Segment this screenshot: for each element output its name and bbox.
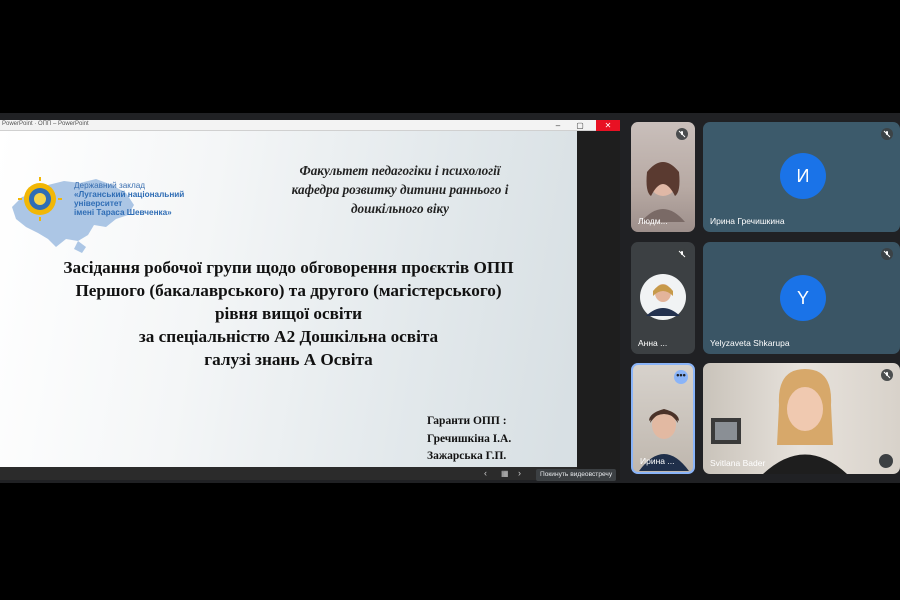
window-title: PowerPoint · ОПП – PowerPoint — [2, 121, 89, 127]
logo-line: імені Тараса Шевченка» — [74, 208, 172, 217]
faculty-line: кафедра розвитку дитини раннього і — [291, 182, 509, 197]
pin-icon[interactable] — [879, 454, 893, 468]
faculty-line: Факультет педагогіки і психології — [299, 163, 501, 178]
wall-picture — [711, 418, 741, 444]
slide-title: Засідання робочої групи щодо обговорення… — [0, 256, 577, 371]
participant-video — [641, 162, 685, 222]
guarantors-label: Гаранти ОПП : — [427, 415, 507, 427]
title-line: за спеціальністю А2 Дошкільна освіта — [138, 327, 439, 346]
faculty-line: дошкільного віку — [350, 201, 450, 216]
chevron-right-icon[interactable]: › — [518, 468, 521, 479]
participant-tile[interactable]: Анна ... — [631, 242, 695, 354]
title-line: галузі знань А Освіта — [204, 350, 373, 369]
minimize-button[interactable]: – — [550, 120, 566, 131]
participant-name: Людм... — [638, 216, 668, 226]
participant-tile[interactable]: Людм... — [631, 122, 695, 232]
participant-tile[interactable]: Y Yelyzaveta Shkarupa — [703, 242, 900, 354]
participant-avatar: И — [780, 153, 826, 199]
logo-line: університет — [74, 199, 123, 208]
maximize-button[interactable]: ▢ — [572, 120, 588, 131]
participant-name: Ирина ... — [640, 456, 675, 466]
mic-off-icon — [676, 248, 688, 260]
participant-avatar: Y — [780, 275, 826, 321]
participant-name: Анна ... — [638, 338, 668, 348]
participant-tile[interactable]: Svitlana Bader — [703, 363, 900, 474]
slide-status-bar — [0, 467, 577, 480]
title-line: рівня вищої освіти — [214, 304, 363, 323]
university-logo-text: Державний заклад «Луганський національни… — [74, 181, 184, 217]
participant-video — [763, 369, 847, 474]
guarantors-block: Гаранти ОПП : Гречишкіна І.А. Зажарська … — [427, 413, 511, 466]
more-options-button[interactable]: ••• — [674, 370, 688, 384]
participant-tile[interactable]: ••• Ирина ... — [631, 363, 695, 474]
mic-off-icon — [881, 369, 893, 381]
title-line: Першого (бакалаврського) та другого (маг… — [75, 281, 502, 300]
logo-line: «Луганський національний — [74, 190, 185, 199]
slide-grid-icon[interactable]: ▦ — [501, 468, 509, 479]
window-background — [577, 131, 620, 480]
participant-tile[interactable]: И Ирина Гречишкина — [703, 122, 900, 232]
leave-call-tooltip: Покинуть видеовстречу — [536, 469, 617, 481]
logo-line: Державний заклад — [74, 181, 146, 190]
participant-name: Yelyzaveta Shkarupa — [710, 338, 790, 348]
chevron-left-icon[interactable]: ‹ — [484, 468, 487, 479]
screen: PowerPoint · ОПП – PowerPoint – ▢ ✕ Держ… — [0, 0, 900, 600]
presentation-slide: Державний заклад «Луганський національни… — [0, 131, 577, 467]
guarantor-name: Гречишкіна І.А. — [427, 432, 512, 445]
faculty-heading: Факультет педагогіки і психології кафедр… — [230, 161, 570, 218]
participant-name: Svitlana Bader — [710, 458, 766, 468]
mic-off-icon — [881, 128, 893, 140]
participant-name: Ирина Гречишкина — [710, 216, 785, 226]
close-button[interactable]: ✕ — [596, 120, 620, 131]
mic-off-icon — [881, 248, 893, 260]
window-titlebar: PowerPoint · ОПП – PowerPoint – ▢ ✕ — [0, 120, 620, 131]
participant-photo — [640, 274, 686, 320]
title-line: Засідання робочої групи щодо обговорення… — [63, 258, 514, 277]
guarantor-name: Зажарська Г.П. — [427, 450, 507, 462]
shared-screen: PowerPoint · ОПП – PowerPoint – ▢ ✕ Держ… — [0, 120, 620, 480]
mic-off-icon — [676, 128, 688, 140]
